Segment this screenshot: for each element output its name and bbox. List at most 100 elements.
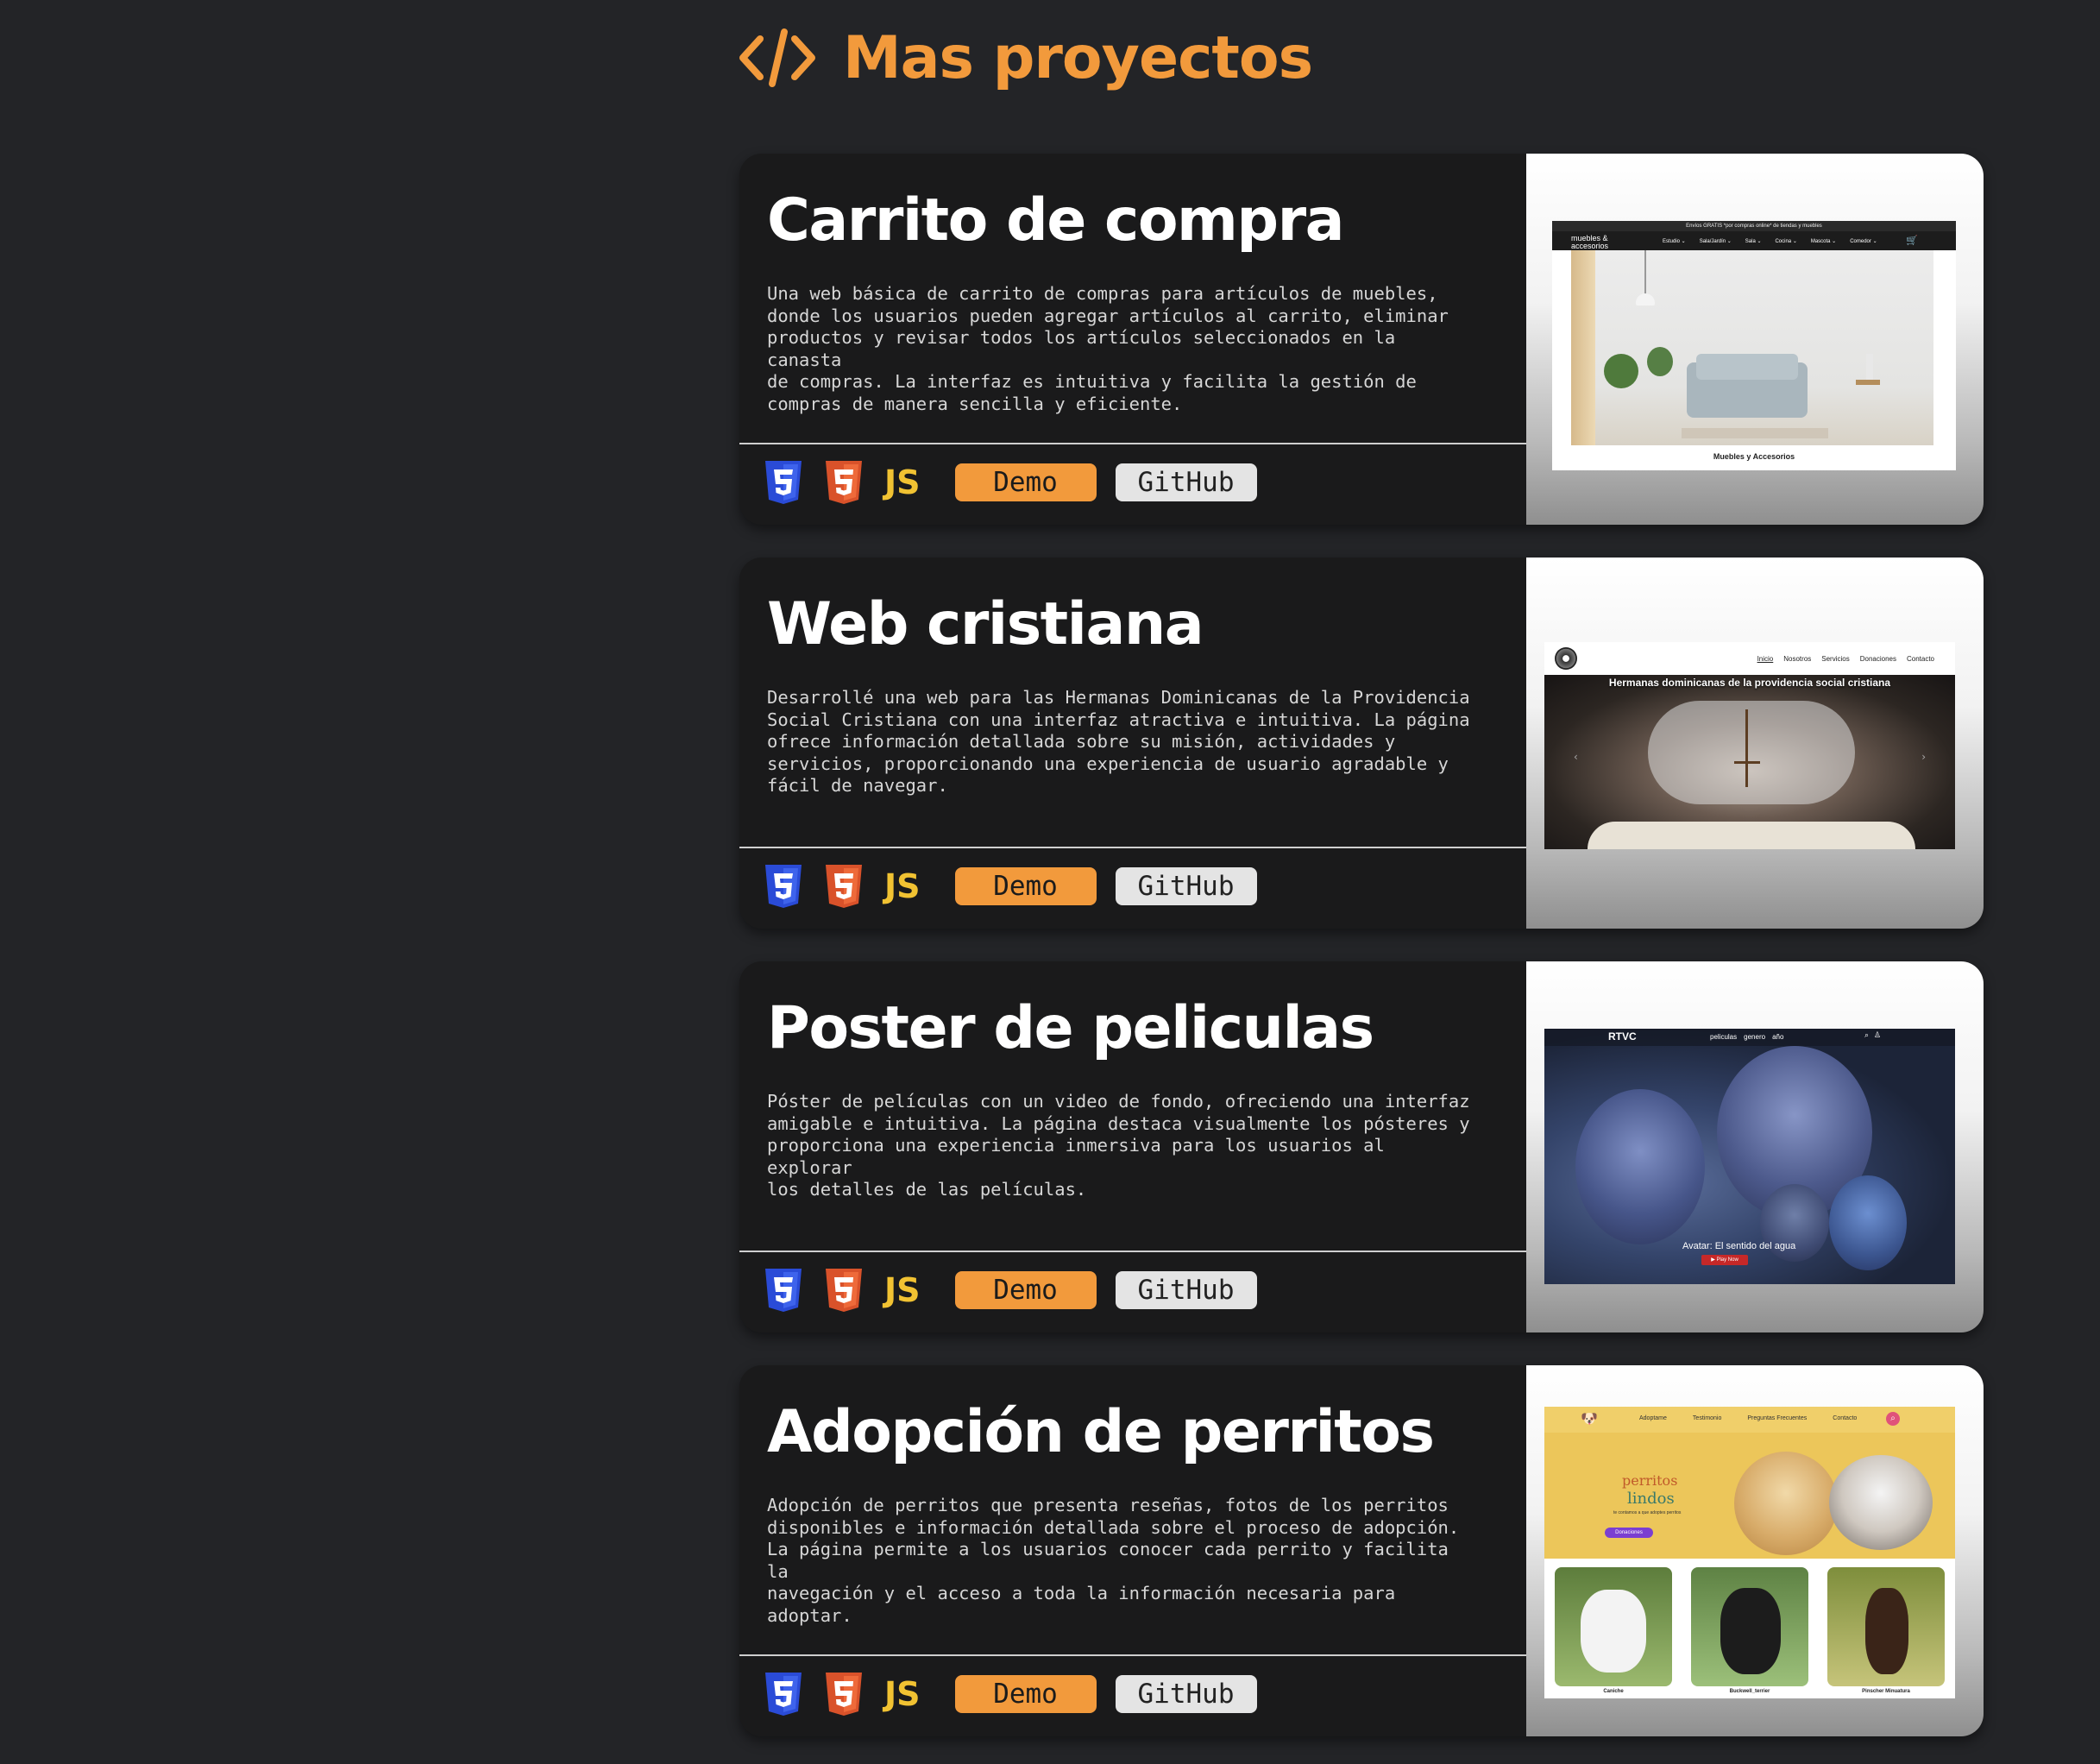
- project-description: Desarrollé una web para las Hermanas Dom…: [767, 687, 1470, 796]
- html5-icon: [826, 1269, 862, 1312]
- nav-link: Servicios: [1821, 655, 1850, 663]
- project-card-adopcion-perritos: Adopción de perritos Adopción de perrito…: [739, 1365, 1984, 1736]
- site-navbar: RTVC peliculas genero año ⌕ ♙: [1544, 1029, 1955, 1046]
- project-footer: JS Demo GitHub: [764, 452, 1276, 513]
- project-card-carrito: Carrito de compra Una web básica de carr…: [739, 154, 1984, 525]
- nav-link: Sala/Jardín ⌄: [1699, 239, 1732, 244]
- javascript-icon: JS: [884, 867, 921, 905]
- nav-link: Testimonio: [1692, 1415, 1722, 1421]
- site-navbar: 🐶 Adoptame Testimonio Preguntas Frecuent…: [1544, 1407, 1955, 1433]
- project-title: Poster de peliculas: [767, 994, 1374, 1062]
- donate-button: Donaciones: [1605, 1528, 1653, 1538]
- hero-carousel: Hermanas dominicanas de la providencia s…: [1544, 675, 1955, 849]
- dog-logo-icon: 🐶: [1581, 1410, 1598, 1427]
- cart-icon: 🛒: [1906, 235, 1918, 246]
- project-preview[interactable]: Inicio Nosotros Servicios Donaciones Con…: [1526, 558, 1984, 929]
- css3-icon: [765, 461, 802, 504]
- project-preview[interactable]: Envíos GRATIS *por compras online* de ti…: [1526, 154, 1984, 525]
- css3-icon: [765, 1269, 802, 1312]
- nav-link: Donaciones: [1859, 655, 1896, 663]
- brand-bottom: lindos: [1627, 1490, 1675, 1508]
- site-logo: RTVC: [1608, 1030, 1637, 1043]
- dog-adoption-site-screenshot: 🐶 Adoptame Testimonio Preguntas Frecuent…: [1544, 1407, 1955, 1698]
- javascript-icon: JS: [884, 1675, 921, 1713]
- search-icon: ⌕: [1886, 1412, 1900, 1426]
- dog-card: [1555, 1567, 1672, 1686]
- project-description: Póster de películas con un video de fond…: [767, 1091, 1470, 1200]
- divider: [739, 1654, 1526, 1656]
- project-card-poster-peliculas: Poster de peliculas Póster de películas …: [739, 961, 1984, 1332]
- code-icon: [739, 28, 815, 87]
- css3-icon: [765, 865, 802, 908]
- dog-name: Caniche: [1603, 1689, 1624, 1694]
- play-now-button: ▶ Play Now: [1701, 1255, 1748, 1265]
- project-title: Web cristiana: [767, 590, 1204, 658]
- christian-site-screenshot: Inicio Nosotros Servicios Donaciones Con…: [1544, 642, 1955, 849]
- project-description: Adopción de perritos que presenta reseña…: [767, 1495, 1460, 1626]
- github-button[interactable]: GitHub: [1115, 867, 1257, 905]
- site-navbar: muebles & accesorios Estudio ⌄ Sala/Jard…: [1552, 231, 1956, 250]
- css3-icon: [765, 1673, 802, 1716]
- javascript-icon: JS: [884, 1271, 921, 1309]
- tagline: te contamos a que adoptes perritos: [1613, 1510, 1682, 1515]
- github-button[interactable]: GitHub: [1115, 463, 1257, 501]
- demo-button[interactable]: Demo: [954, 1271, 1097, 1309]
- demo-button[interactable]: Demo: [954, 867, 1097, 905]
- nav-link: Nosotros: [1783, 655, 1812, 663]
- site-navbar: Inicio Nosotros Servicios Donaciones Con…: [1544, 642, 1955, 675]
- nav-link: Contacto: [1833, 1415, 1858, 1421]
- divider: [739, 443, 1526, 444]
- nav-link: año: [1772, 1033, 1784, 1041]
- project-footer: JS Demo GitHub: [764, 1664, 1276, 1724]
- movie-title: Avatar: El sentido del agua: [1682, 1241, 1796, 1251]
- user-icon: ♙: [1873, 1031, 1881, 1040]
- carousel-prev-icon: ‹: [1574, 751, 1578, 763]
- github-button[interactable]: GitHub: [1115, 1271, 1257, 1309]
- project-card-web-cristiana: Web cristiana Desarrollé una web para la…: [739, 558, 1984, 929]
- section-header: Mas proyectos: [738, 22, 1313, 93]
- section-title: Mas proyectos: [843, 23, 1313, 92]
- nav-link: Preguntas Frecuentes: [1747, 1415, 1808, 1421]
- demo-button[interactable]: Demo: [954, 1675, 1097, 1713]
- carousel-next-icon: ›: [1921, 751, 1926, 763]
- project-description: Una web básica de carrito de compras par…: [767, 283, 1449, 414]
- dog-card: [1691, 1567, 1808, 1686]
- project-title: Adopción de perritos: [767, 1398, 1435, 1466]
- project-preview[interactable]: RTVC peliculas genero año ⌕ ♙ Avatar: El…: [1526, 961, 1984, 1332]
- hero-caption: Muebles y Accesorios: [1713, 452, 1795, 461]
- nav-link: Mascota ⌄: [1810, 239, 1837, 244]
- nav-link: Inicio: [1757, 655, 1774, 663]
- hero-title: Hermanas dominicanas de la providencia s…: [1608, 677, 1891, 689]
- divider: [739, 847, 1526, 848]
- html5-icon: [826, 865, 862, 908]
- promo-banner: Envíos GRATIS *por compras online* de ti…: [1552, 221, 1956, 231]
- search-icon: ⌕: [1864, 1031, 1869, 1040]
- divider: [739, 1251, 1526, 1252]
- nav-link: Adoptame: [1639, 1415, 1667, 1421]
- project-footer: JS Demo GitHub: [764, 856, 1276, 917]
- nav-link: Comedor ⌄: [1850, 239, 1877, 244]
- github-button[interactable]: GitHub: [1115, 1675, 1257, 1713]
- hero-section: 🐶 Adoptame Testimonio Preguntas Frecuent…: [1544, 1407, 1955, 1559]
- demo-button[interactable]: Demo: [954, 463, 1097, 501]
- html5-icon: [826, 1673, 862, 1716]
- hero-image: [1571, 250, 1933, 445]
- nav-link: genero: [1744, 1033, 1766, 1041]
- nav-link: Contacto: [1906, 655, 1934, 663]
- dog-name: Pinscher Minuatura: [1862, 1689, 1910, 1694]
- nav-link: Estudio ⌄: [1663, 239, 1686, 244]
- nav-link: peliculas: [1710, 1033, 1738, 1041]
- project-footer: JS Demo GitHub: [764, 1260, 1276, 1320]
- brand-top: perritos: [1622, 1472, 1678, 1489]
- project-title: Carrito de compra: [767, 186, 1345, 255]
- javascript-icon: JS: [884, 463, 921, 501]
- project-preview[interactable]: 🐶 Adoptame Testimonio Preguntas Frecuent…: [1526, 1365, 1984, 1736]
- dog-card: [1827, 1567, 1945, 1686]
- nav-link: Cocina ⌄: [1775, 239, 1797, 244]
- movie-site-screenshot: RTVC peliculas genero año ⌕ ♙ Avatar: El…: [1544, 1029, 1955, 1284]
- dog-name: Buckwell_terrier: [1729, 1689, 1770, 1694]
- furniture-site-screenshot: Envíos GRATIS *por compras online* de ti…: [1552, 221, 1956, 470]
- html5-icon: [826, 461, 862, 504]
- nav-link: Sala ⌄: [1745, 239, 1762, 244]
- site-logo: muebles & accesorios: [1571, 234, 1609, 250]
